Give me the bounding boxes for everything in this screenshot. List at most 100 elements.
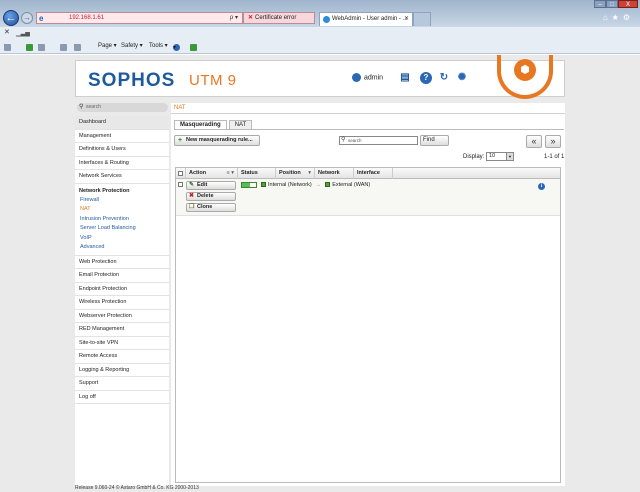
sidebar-item-management[interactable]: Management [75, 130, 169, 143]
sidebar-subitem-firewall[interactable]: Firewall [75, 196, 169, 206]
select-all-checkbox[interactable] [178, 171, 183, 176]
clone-icon: ❐ [189, 204, 195, 210]
sidebar-subitem-intrusion-prevention[interactable]: Intrusion Prevention [75, 215, 169, 225]
sidebar-item-interfaces-routing[interactable]: Interfaces & Routing [75, 157, 169, 170]
browser-right-icons: ⌂★⚙ [603, 13, 634, 22]
page-menu[interactable]: Page ▾ [98, 42, 117, 51]
row-checkbox[interactable] [178, 182, 183, 187]
delete-icon: ✖ [189, 193, 195, 199]
new-rule-label: New masquerading rule... [186, 137, 253, 143]
display-label: Display: [463, 154, 485, 160]
info-icon[interactable]: i [538, 183, 545, 190]
tools-menu[interactable]: Tools ▾ [149, 42, 168, 51]
column-sort-icon[interactable]: ≡ ▾ [227, 168, 235, 179]
home-cmd-icon[interactable]: ▾ [4, 42, 11, 51]
new-tab-button[interactable] [413, 12, 431, 26]
maximize-button[interactable]: □ [606, 0, 618, 8]
help-icon[interactable]: ? [420, 72, 432, 84]
interface-icon [325, 182, 331, 187]
previous-page-button[interactable]: « [526, 135, 542, 148]
command-bar: ▾ ▾ ▾ Page ▾ Safety ▾ Tools ▾ ▾ [0, 40, 640, 54]
tab-divider [174, 129, 564, 130]
home-icon[interactable]: ⌂ [603, 13, 612, 22]
username: admin [364, 74, 384, 82]
activity-spinner-icon: ✺ [457, 72, 467, 83]
sidebar-item-log-off[interactable]: Log off [75, 391, 169, 404]
sidebar-item-web-protection[interactable]: Web Protection [75, 256, 169, 269]
search-icon: ⚲ [79, 104, 84, 110]
breadcrumb: NAT [174, 105, 186, 111]
certificate-error-badge[interactable]: ✕ Certificate error [243, 12, 315, 24]
browser-titlebar: ← → e 192.168.1.61 ρ ▾ ✕ Certificate erro… [0, 0, 640, 27]
network-icon [261, 182, 266, 187]
column-status[interactable]: Status [238, 168, 276, 179]
delete-label: Delete [197, 193, 214, 199]
edit-button[interactable]: ✎ Edit [186, 181, 236, 190]
clipboard-icon[interactable]: ▤ [399, 72, 411, 84]
print-icon[interactable]: ▾ [74, 42, 81, 51]
sidebar-subitem-voip[interactable]: VoIP [75, 234, 169, 244]
close-icon[interactable]: ✕ [4, 28, 10, 36]
browser-tab-webadmin[interactable]: WebAdmin - User admin - ... ✕ [319, 12, 413, 26]
chevron-down-icon: ▼ [506, 153, 513, 160]
back-button[interactable]: ← [3, 10, 19, 26]
sidebar-item-dashboard[interactable]: Dashboard [75, 116, 169, 130]
address-controls[interactable]: ρ ▾ [230, 14, 238, 23]
user-menu[interactable]: admin [352, 73, 383, 82]
tab-nat[interactable]: NAT [228, 120, 253, 129]
address-bar[interactable]: e 192.168.1.61 ρ ▾ [36, 12, 243, 24]
status-toggle[interactable] [241, 182, 257, 188]
sidebar-item-webserver-protection[interactable]: Webserver Protection [75, 310, 169, 323]
column-network[interactable]: Network [315, 168, 354, 179]
column-position[interactable]: Position ▾ [276, 168, 315, 179]
rule-network[interactable]: Internal (Network) [268, 182, 312, 188]
next-page-button[interactable]: » [545, 135, 561, 148]
signal-icon: ▁▃▅ [16, 31, 30, 37]
read-mail-icon[interactable]: ▾ [38, 42, 45, 51]
sidebar-item-logging-reporting[interactable]: Logging & Reporting [75, 364, 169, 377]
list-search-input[interactable]: ⚲ search [339, 136, 418, 145]
position-sort-icon[interactable]: ▾ [308, 168, 311, 179]
sidebar-item-network-protection[interactable]: Network Protection [75, 184, 169, 196]
close-window-button[interactable]: X [618, 0, 638, 8]
address-url[interactable]: 192.168.1.61 [69, 14, 104, 23]
find-button[interactable]: Find [420, 135, 449, 146]
sidebar-item-endpoint-protection[interactable]: Endpoint Protection [75, 283, 169, 296]
sidebar-subitem-server-load-balancing[interactable]: Server Load Balancing [75, 224, 169, 234]
search-icon: ⚲ [341, 137, 346, 143]
error-icon: ✕ [248, 15, 254, 21]
tab-close-icon[interactable]: ✕ [404, 13, 409, 25]
rule-interface[interactable]: External (WAN) [332, 182, 370, 188]
table-header: Action ≡ ▾ Status Position ▾ Network Inter… [176, 168, 560, 179]
settings-gear-icon[interactable]: ⚙ [623, 13, 634, 22]
arrow-right-icon: → [315, 182, 322, 188]
clone-label: Clone [197, 204, 213, 210]
sidebar-item-site-to-site-vpn[interactable]: Site-to-site VPN [75, 337, 169, 350]
clone-button[interactable]: ❐ Clone [186, 203, 236, 212]
display-count-select[interactable]: 10 ▼ [486, 152, 514, 161]
refresh-icon[interactable]: ↻ [438, 72, 450, 84]
sidebar-subitem-nat[interactable]: NAT [75, 205, 169, 215]
safety-menu[interactable]: Safety ▾ [121, 42, 143, 51]
column-action[interactable]: Action ≡ ▾ [186, 168, 238, 179]
sidebar-item-red-management[interactable]: RED Management [75, 323, 169, 337]
sidebar-item-remote-access[interactable]: Remote Access [75, 350, 169, 364]
sidebar-item-support[interactable]: Support [75, 377, 169, 391]
minimize-button[interactable]: – [594, 0, 606, 8]
tab-masquerading[interactable]: Masquerading [174, 120, 227, 129]
sidebar-item-definitions-users[interactable]: Definitions & Users [75, 143, 169, 157]
sidebar-item-network-services[interactable]: Network Services [75, 170, 169, 184]
sidebar-item-wireless-protection[interactable]: Wireless Protection [75, 296, 169, 310]
hexagon-logo-icon: ⬢ [514, 59, 536, 81]
help-dropdown: ▾ [173, 45, 177, 51]
masquerading-rules-table: Action ≡ ▾ Status Position ▾ Network Inter… [175, 167, 561, 483]
menu-search-input[interactable]: ⚲ search [77, 103, 168, 112]
delete-button[interactable]: ✖ Delete [186, 192, 236, 201]
sidebar-subitem-advanced[interactable]: Advanced [75, 243, 169, 253]
favorites-star-icon[interactable]: ★ [612, 13, 623, 22]
column-interface[interactable]: Interface [354, 168, 393, 179]
footer-release: Release 9.060-24 © Astaro GmbH & Co. KG … [75, 485, 199, 491]
new-masquerading-rule-button[interactable]: + New masquerading rule... [174, 135, 260, 146]
forward-button[interactable]: → [21, 12, 33, 24]
sidebar-item-email-protection[interactable]: Email Protection [75, 269, 169, 283]
